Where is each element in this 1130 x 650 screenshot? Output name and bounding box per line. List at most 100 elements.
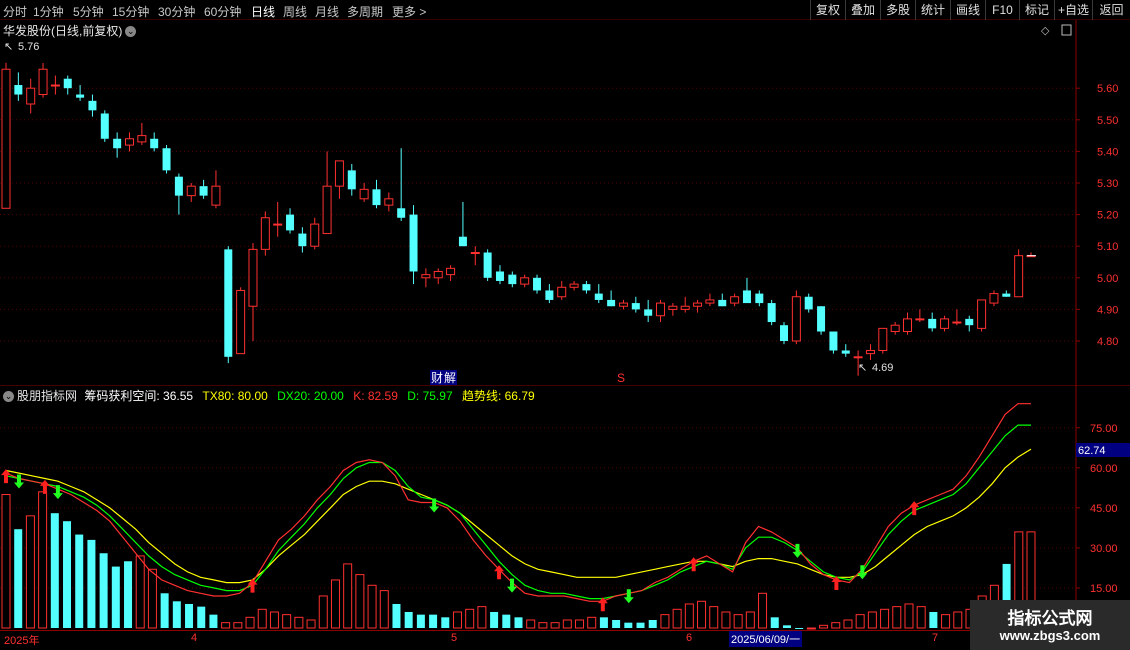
panel-toggle-icon[interactable]: [1061, 24, 1072, 36]
candle-body: [680, 305, 690, 310]
indicator-dropdown-icon[interactable]: ⌄: [3, 391, 14, 403]
overlay-button[interactable]: 叠加: [845, 0, 880, 20]
candle-body: [186, 185, 196, 197]
candle-body: [409, 214, 418, 272]
candle: [940, 315, 950, 332]
candle: [409, 205, 418, 285]
candle-body: [829, 331, 838, 351]
candle: [865, 344, 875, 360]
indicator-chart[interactable]: 75.00 60.00 45.00 30.00 15.00 62.74: [0, 385, 1130, 635]
candle: [693, 299, 703, 313]
candle-body: [557, 286, 567, 298]
candle-body: [26, 87, 36, 105]
multi-stock-button[interactable]: 多股: [880, 0, 915, 20]
volume-bar: [197, 606, 206, 628]
candle-body: [928, 318, 937, 329]
candle-body: [607, 299, 616, 307]
mark-button[interactable]: 标记: [1019, 0, 1054, 20]
volume-bar: [648, 619, 657, 628]
volume-bar: [14, 529, 23, 628]
tab-daily[interactable]: 日线: [251, 3, 275, 20]
event-finance-marker[interactable]: 财: [431, 371, 443, 385]
draw-button[interactable]: 画线: [950, 0, 985, 20]
volume-bar: [221, 622, 231, 629]
tab-5min[interactable]: 5分钟: [73, 3, 104, 20]
candle-body: [150, 138, 159, 149]
stats-button[interactable]: 统计: [915, 0, 950, 20]
candle-body: [631, 303, 640, 310]
back-button[interactable]: 返回: [1092, 0, 1130, 20]
settings-dropdown-icon[interactable]: ⌄: [125, 26, 137, 38]
volume-bar: [233, 622, 243, 629]
trend-line: [5, 448, 1032, 584]
tab-weekly[interactable]: 周线: [283, 3, 307, 20]
chart-title: 华发股份(日线,前复权) ⌄: [3, 22, 137, 39]
candle-body: [878, 327, 888, 351]
candle-body: [718, 299, 727, 307]
volume-bar: [343, 563, 353, 629]
candles: [1, 62, 1036, 376]
volume-bar: [209, 614, 218, 628]
candle-body: [174, 176, 183, 196]
watermark-title: 指标公式网: [1007, 609, 1093, 628]
volume-bar: [770, 617, 779, 628]
adjust-button[interactable]: 复权: [810, 0, 845, 20]
candle-body: [965, 318, 974, 326]
watermark: 指标公式网 www.zbgs3.com: [970, 600, 1130, 650]
candle-body: [915, 318, 925, 321]
tab-timeshare[interactable]: 分时: [3, 3, 27, 20]
volume-bar: [172, 601, 181, 628]
x-label-jul: 7: [932, 632, 939, 644]
volume-bar: [612, 619, 621, 628]
event-unlock-marker[interactable]: 解: [444, 371, 456, 385]
volume-bar: [660, 614, 670, 629]
candle-body: [989, 293, 999, 304]
candle-body: [730, 296, 740, 304]
candle: [470, 246, 480, 266]
volume-bar: [452, 611, 462, 629]
candle-body: [63, 78, 72, 89]
candle: [952, 309, 962, 326]
indicator-tick-label: 75.00: [1090, 423, 1118, 435]
f10-button[interactable]: F10: [985, 0, 1019, 20]
diamond-icon[interactable]: ◇: [1041, 25, 1050, 37]
candle: [718, 293, 727, 307]
volume-bar: [806, 627, 816, 630]
volume-bar: [636, 622, 645, 628]
volume-bar: [111, 566, 120, 628]
candle: [569, 280, 579, 291]
sell-arrow-icon: [623, 589, 634, 604]
volume-bar: [672, 608, 682, 629]
tab-60min[interactable]: 60分钟: [204, 3, 241, 20]
volume-bar: [416, 614, 425, 628]
price-tick-label: 5.30: [1097, 178, 1118, 190]
candle: [236, 287, 246, 355]
volume-bar: [562, 619, 572, 629]
event-s-marker[interactable]: S: [617, 371, 625, 385]
candle: [890, 322, 900, 335]
volume-bar: [147, 568, 157, 629]
candle: [791, 290, 801, 345]
volume-bar: [135, 555, 145, 629]
candle: [928, 312, 937, 332]
tab-1min[interactable]: 1分钟: [33, 3, 64, 20]
volume-bar: [538, 622, 548, 629]
add-watchlist-button[interactable]: +自选: [1054, 0, 1092, 20]
volume-bar: [306, 619, 316, 629]
volume-bar: [257, 608, 267, 629]
indicator-tick-label: 30.00: [1090, 543, 1118, 555]
candle: [186, 183, 196, 202]
volume-bar: [392, 603, 401, 628]
tab-multi-period[interactable]: 多周期: [347, 3, 383, 20]
stock-title: 华发股份(日线,前复权): [3, 24, 123, 38]
candle: [631, 296, 640, 313]
candle: [508, 271, 517, 288]
tab-monthly[interactable]: 月线: [315, 3, 339, 20]
tab-more[interactable]: 更多 >: [392, 3, 426, 20]
candle: [656, 299, 666, 323]
tab-30min[interactable]: 30分钟: [158, 3, 195, 20]
candlestick-chart[interactable]: 5.60 5.50 5.40 5.30 5.20 5.10 5.00 4.90 4.80 5.7…: [0, 20, 1130, 385]
tab-15min[interactable]: 15分钟: [112, 3, 149, 20]
volume-bar: [855, 614, 865, 629]
indicator-dx20: DX20: 20.00: [277, 389, 344, 403]
